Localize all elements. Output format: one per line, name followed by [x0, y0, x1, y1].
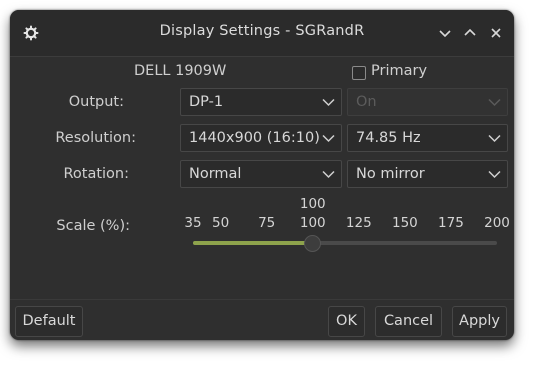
- refresh-rate-value: 74.85 Hz: [356, 130, 421, 146]
- scale-tick-label: 150: [391, 215, 418, 231]
- scale-tick-label: 125: [345, 215, 372, 231]
- monitor-name: DELL 1909W: [134, 63, 227, 79]
- chevron-up-icon: [464, 28, 476, 36]
- close-button[interactable]: [488, 25, 504, 41]
- resolution-value: 1440x900 (16:10): [189, 130, 320, 146]
- resolution-label: Resolution:: [55, 130, 136, 146]
- output-select[interactable]: DP-1: [180, 88, 342, 116]
- apply-button[interactable]: Apply: [452, 306, 507, 337]
- cancel-button[interactable]: Cancel: [375, 306, 442, 337]
- output-value: DP-1: [189, 94, 224, 110]
- mirror-select[interactable]: No mirror: [347, 160, 508, 188]
- footer-separator: [10, 299, 514, 300]
- chevron-down-icon: [322, 170, 335, 179]
- ok-button[interactable]: OK: [328, 306, 365, 337]
- rotation-label: Rotation:: [63, 166, 129, 182]
- minimize-button[interactable]: [437, 25, 453, 41]
- display-settings-window: Display Settings - SGRandR DELL 1909W Pr…: [10, 10, 514, 340]
- title-bar[interactable]: Display Settings - SGRandR: [10, 10, 514, 56]
- rotation-select[interactable]: Normal: [180, 160, 342, 188]
- chevron-down-icon: [322, 98, 335, 107]
- scale-tick-label: 50: [212, 215, 230, 231]
- refresh-rate-select[interactable]: 74.85 Hz: [347, 124, 508, 152]
- scale-current-value: 100: [299, 196, 326, 212]
- scale-handle[interactable]: [304, 235, 322, 252]
- rotation-value: Normal: [189, 166, 242, 182]
- output-label: Output:: [68, 94, 124, 110]
- primary-checkbox[interactable]: [352, 66, 366, 80]
- mirror-value: No mirror: [356, 166, 425, 182]
- scale-label: Scale (%):: [56, 218, 130, 234]
- title-separator: [10, 56, 514, 57]
- maximize-button[interactable]: [462, 25, 478, 41]
- chevron-down-icon: [439, 30, 451, 38]
- output-state-value: On: [356, 94, 377, 110]
- chevron-down-icon: [488, 170, 501, 179]
- output-state-select[interactable]: On: [347, 88, 508, 116]
- scale-tick-label: 200: [484, 215, 510, 231]
- scale-fill: [193, 241, 313, 245]
- chevron-down-icon: [488, 134, 501, 143]
- default-button[interactable]: Default: [15, 306, 83, 337]
- scale-tick-label: 100: [299, 215, 326, 231]
- resolution-select[interactable]: 1440x900 (16:10): [180, 124, 342, 152]
- chevron-down-icon: [488, 98, 501, 107]
- scale-tick-label: 175: [438, 215, 464, 231]
- primary-label[interactable]: Primary: [371, 63, 427, 79]
- scale-tick-label: 75: [258, 215, 276, 231]
- chevron-down-icon: [322, 134, 335, 143]
- close-icon: [491, 28, 501, 38]
